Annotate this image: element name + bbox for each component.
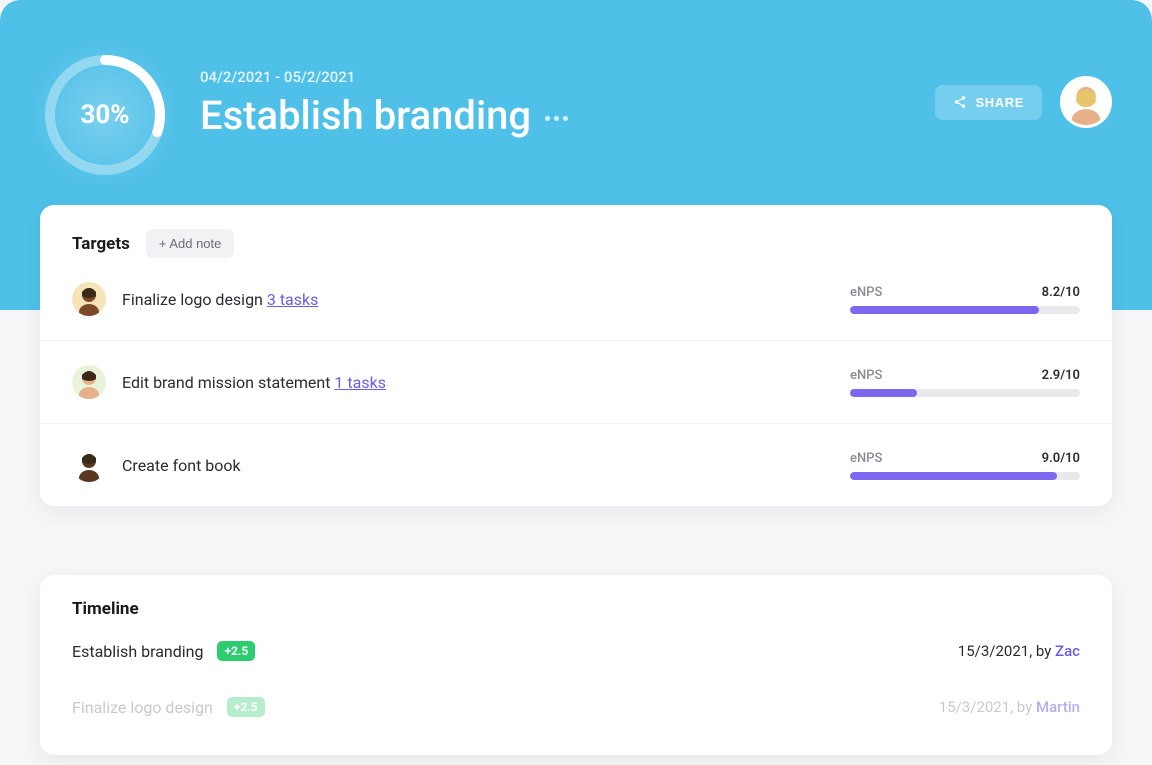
target-row: Edit brand mission statement 1 taskseNPS… (40, 340, 1112, 423)
metric-value: 2.9/10 (1042, 368, 1080, 383)
date-range: 04/2/2021 - 05/2/2021 (200, 68, 935, 86)
targets-title: Targets (72, 234, 130, 254)
target-title: Create font book (122, 456, 850, 475)
tasks-link[interactable]: 3 tasks (267, 290, 319, 309)
target-row: Finalize logo design 3 taskseNPS 8.2/10 (40, 272, 1112, 340)
target-title: Finalize logo design 3 tasks (122, 290, 850, 309)
metric: eNPS 9.0/10 (850, 451, 1080, 480)
timeline-meta: 15/3/2021, by Martin (939, 698, 1080, 716)
progress-bar (850, 306, 1080, 314)
timeline-meta: 15/3/2021, by Zac (958, 642, 1080, 660)
progress-percent-label: 30% (40, 50, 170, 180)
page-title: Establish branding (200, 92, 531, 139)
timeline-card: Timeline Establish branding +2.5 15/3/2021… (40, 575, 1112, 755)
progress-circle: 30% (40, 50, 170, 180)
add-note-button[interactable]: + Add note (146, 229, 235, 258)
assignee-avatar[interactable] (72, 282, 106, 316)
app-root: 30% 04/2/2021 - 05/2/2021 Establish bran… (0, 0, 1152, 765)
timeline-item-title: Finalize logo design (72, 698, 213, 717)
timeline-row: Establish branding +2.5 15/3/2021, by Zac (40, 623, 1112, 679)
target-title: Edit brand mission statement 1 tasks (122, 373, 850, 392)
share-label: SHARE (975, 95, 1024, 110)
tasks-link[interactable]: 1 tasks (334, 373, 386, 392)
assignee-avatar[interactable] (72, 448, 106, 482)
metric: eNPS 2.9/10 (850, 368, 1080, 397)
share-button[interactable]: SHARE (935, 85, 1042, 120)
metric-label: eNPS (850, 285, 882, 300)
metric: eNPS 8.2/10 (850, 285, 1080, 314)
header-text: 04/2/2021 - 05/2/2021 Establish branding (200, 50, 935, 139)
timeline-author-link[interactable]: Zac (1055, 642, 1080, 660)
header-actions: SHARE (935, 50, 1112, 128)
assignee-avatar[interactable] (72, 365, 106, 399)
progress-bar (850, 472, 1080, 480)
user-avatar[interactable] (1060, 76, 1112, 128)
more-icon[interactable] (545, 110, 568, 121)
target-row: Create font book eNPS 9.0/10 (40, 423, 1112, 506)
progress-bar (850, 389, 1080, 397)
timeline-item-title: Establish branding (72, 642, 203, 661)
timeline-title: Timeline (72, 599, 139, 619)
timeline-author-link[interactable]: Martin (1036, 698, 1080, 716)
delta-badge: +2.5 (227, 697, 265, 717)
share-icon (953, 95, 967, 109)
timeline-row: Finalize logo design +2.5 15/3/2021, by Ma… (40, 679, 1112, 735)
targets-card: Targets + Add note Finalize logo design … (40, 205, 1112, 506)
metric-label: eNPS (850, 368, 882, 383)
metric-value: 9.0/10 (1042, 451, 1080, 466)
delta-badge: +2.5 (217, 641, 255, 661)
metric-value: 8.2/10 (1042, 285, 1080, 300)
metric-label: eNPS (850, 451, 882, 466)
